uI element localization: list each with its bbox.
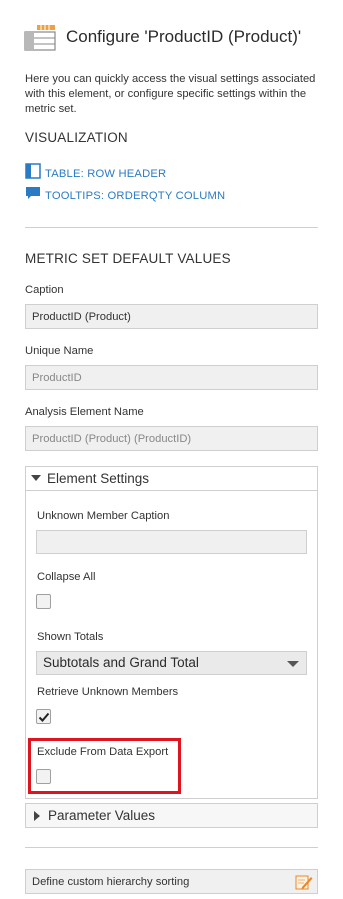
unknown-member-caption-input[interactable] xyxy=(36,530,307,554)
unknown-member-caption-label: Unknown Member Caption xyxy=(37,510,170,522)
element-settings-toggle[interactable]: Element Settings xyxy=(25,466,318,491)
expand-triangle-icon xyxy=(31,475,41,481)
element-settings-title: Element Settings xyxy=(47,470,150,486)
metric-set-heading: METRIC SET DEFAULT VALUES xyxy=(25,251,231,266)
tooltips-orderqty-link[interactable]: TOOLTIPS: ORDERQTY COLUMN xyxy=(25,185,225,206)
shown-totals-value: Subtotals and Grand Total xyxy=(43,655,199,670)
collapse-triangle-icon xyxy=(34,810,40,821)
unique-name-field: ProductID xyxy=(25,365,318,390)
custom-hierarchy-sorting-label: Define custom hierarchy sorting xyxy=(32,876,190,888)
divider xyxy=(25,227,318,228)
custom-hierarchy-sorting-button[interactable]: Define custom hierarchy sorting xyxy=(25,869,318,894)
table-row-header-link[interactable]: TABLE: ROW HEADER xyxy=(25,163,166,184)
parameter-values-title: Parameter Values xyxy=(48,808,156,823)
dropdown-caret-icon xyxy=(287,661,299,667)
caption-field[interactable]: ProductID (Product) xyxy=(25,304,318,329)
shown-totals-select[interactable]: Subtotals and Grand Total xyxy=(36,651,307,675)
exclude-from-data-export-label: Exclude From Data Export xyxy=(37,746,169,758)
visualization-heading: VISUALIZATION xyxy=(25,130,128,145)
table-icon xyxy=(25,163,41,184)
configure-element-icon xyxy=(23,24,57,52)
unique-name-label: Unique Name xyxy=(25,345,94,357)
table-row-header-link-label: TABLE: ROW HEADER xyxy=(45,167,167,180)
checkmark-icon xyxy=(38,712,49,722)
description-text: Here you can quickly access the visual s… xyxy=(25,73,316,115)
shown-totals-label: Shown Totals xyxy=(37,631,104,643)
tooltip-icon xyxy=(25,185,41,206)
analysis-element-name-field: ProductID (Product) (ProductID) xyxy=(25,426,318,451)
retrieve-unknown-members-label: Retrieve Unknown Members xyxy=(37,686,179,698)
divider xyxy=(25,847,318,848)
caption-label: Caption xyxy=(25,284,64,296)
collapse-all-label: Collapse All xyxy=(37,571,96,583)
parameter-values-toggle[interactable]: Parameter Values xyxy=(25,803,318,828)
collapse-all-checkbox[interactable] xyxy=(36,594,51,609)
page-title: Configure 'ProductID (Product)' xyxy=(66,27,302,46)
exclude-from-data-export-checkbox[interactable] xyxy=(36,769,51,784)
tooltips-orderqty-link-label: TOOLTIPS: ORDERQTY COLUMN xyxy=(45,189,226,202)
retrieve-unknown-members-checkbox[interactable] xyxy=(36,709,51,724)
edit-icon xyxy=(295,873,313,891)
analysis-element-name-label: Analysis Element Name xyxy=(25,406,144,418)
